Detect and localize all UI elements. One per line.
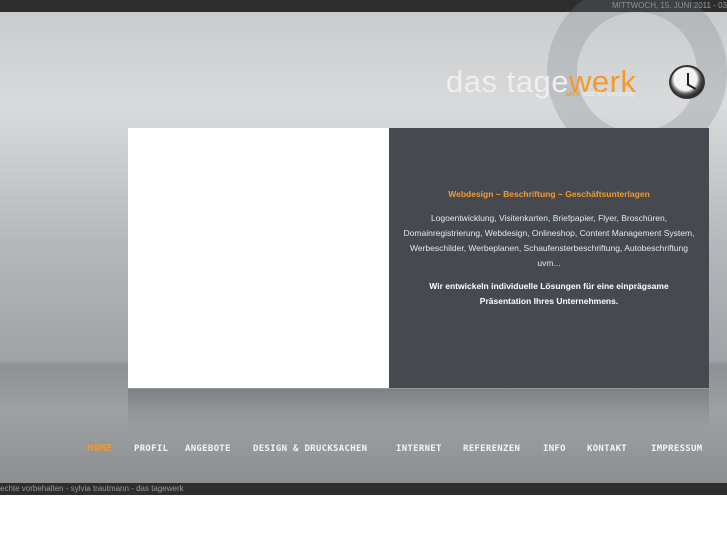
nav-angebote[interactable]: ANGEBOTE — [185, 444, 231, 454]
image-panel — [128, 128, 389, 388]
slogan-line: Präsentation Ihres Unternehmens. — [479, 296, 619, 306]
tagline-a: werk — [565, 91, 580, 98]
nav-internet[interactable]: INTERNET — [396, 444, 442, 454]
logo-text: das tage — [446, 64, 569, 99]
services-line: Werbeschilder, Werbeplanen, Schaufenster… — [410, 243, 688, 253]
nav-impressum[interactable]: IMPRESSUM — [651, 444, 702, 454]
services-text: Logoentwicklung, Visitenkarten, Briefpap… — [389, 211, 709, 271]
panel-reflection — [128, 389, 709, 429]
nav-kontakt[interactable]: KONTAKT — [587, 444, 627, 454]
intro-heading: Webdesign ~ Beschriftung ~ Geschäftsunte… — [448, 189, 650, 199]
tagline-b: statt für werbung — [581, 91, 634, 98]
intro-panel: Webdesign ~ Beschriftung ~ Geschäftsunte… — [389, 128, 709, 388]
nav-home[interactable]: HOME — [87, 443, 112, 454]
nav-referenzen[interactable]: REFERENZEN — [463, 444, 520, 454]
tagline: werk statt für werbung — [565, 91, 634, 98]
nav-design-drucksachen[interactable]: DESIGN & DRUCKSACHEN — [253, 444, 367, 454]
services-line: Logoentwicklung, Visitenkarten, Briefpap… — [430, 213, 668, 223]
slogan: Wir entwickeln individuelle Lösungen für… — [389, 279, 709, 309]
services-line: Domainregistrierung, Webdesign, Onlinesh… — [403, 228, 695, 238]
nav-info[interactable]: INFO — [543, 444, 566, 454]
main-nav: HOME PROFIL ANGEBOTE DESIGN & DRUCKSACHE… — [0, 443, 727, 458]
nav-profil[interactable]: PROFIL — [134, 444, 168, 454]
slogan-line: Wir entwickeln individuelle Lösungen für… — [429, 281, 669, 291]
clock-icon — [669, 65, 705, 99]
footer-bar: echte vorbehalten - sylvia trautmann - d… — [0, 483, 727, 495]
services-line: uvm... — [537, 258, 561, 268]
footer-text: echte vorbehalten - sylvia trautmann - d… — [0, 484, 184, 493]
